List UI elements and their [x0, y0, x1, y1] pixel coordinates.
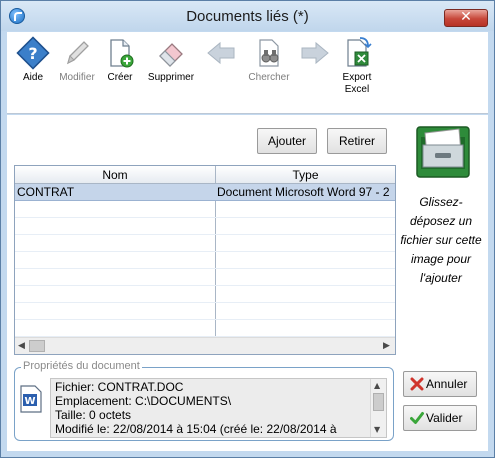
- properties-legend: Propriétés du document: [21, 360, 142, 372]
- window-title: Documents liés (*): [186, 8, 309, 25]
- arrow-left-icon: [207, 41, 235, 65]
- property-size: Taille: 0 octets: [55, 408, 132, 422]
- cancel-button[interactable]: Annuler: [403, 371, 477, 397]
- file-drop-zone[interactable]: Glissez-déposez un fichier sur cette ima…: [398, 123, 488, 303]
- empty-row[interactable]: [15, 320, 395, 337]
- empty-row[interactable]: [15, 286, 395, 303]
- properties-text-box[interactable]: Fichier: CONTRAT.DOC Emplacement: C:\DOC…: [50, 378, 387, 438]
- previous-button[interactable]: [203, 36, 239, 70]
- next-button[interactable]: [297, 36, 333, 70]
- table-row[interactable]: CONTRAT Document Microsoft Word 97 - 2: [15, 184, 395, 201]
- documents-dialog: Documents liés (*) ✕ ? Aide Modifier Cré…: [0, 0, 495, 458]
- document-properties: Propriétés du document W Fichier: CONTRA…: [14, 360, 394, 441]
- drop-zone-text: Glissez-déposez un fichier sur cette ima…: [400, 195, 482, 285]
- cell-name: CONTRAT: [17, 185, 75, 199]
- empty-row[interactable]: [15, 218, 395, 235]
- export-excel-button[interactable]: Export Excel: [337, 36, 377, 96]
- grid-header: Nom Type: [15, 166, 395, 184]
- cancel-icon: [410, 377, 424, 391]
- property-file: Fichier: CONTRAT.DOC: [55, 380, 184, 394]
- svg-text:?: ?: [28, 44, 37, 63]
- toolbar: ? Aide Modifier Créer Supprimer Chercher…: [7, 32, 488, 114]
- empty-row[interactable]: [15, 269, 395, 286]
- delete-button[interactable]: Supprimer: [143, 36, 199, 84]
- empty-row[interactable]: [15, 303, 395, 320]
- close-button[interactable]: ✕: [444, 9, 488, 27]
- scroll-right-icon[interactable]: ▶: [383, 341, 390, 351]
- validate-button[interactable]: Valider: [403, 405, 477, 431]
- empty-row[interactable]: [15, 252, 395, 269]
- eraser-icon: [159, 43, 183, 67]
- word-document-icon: W: [20, 385, 42, 413]
- search-button[interactable]: Chercher: [243, 36, 295, 84]
- validate-label: Valider: [426, 411, 463, 425]
- binoculars-icon: [259, 39, 279, 67]
- help-label: Aide: [22, 72, 43, 83]
- export-excel-label: Export Excel: [342, 72, 372, 95]
- help-icon: ?: [16, 36, 50, 70]
- add-button[interactable]: Ajouter: [257, 128, 317, 154]
- property-location: Emplacement: C:\DOCUMENTS\: [55, 394, 232, 408]
- empty-row[interactable]: [15, 201, 395, 218]
- scrollbar-thumb[interactable]: [29, 340, 45, 352]
- close-icon: ✕: [460, 9, 472, 25]
- help-button[interactable]: ? Aide: [13, 36, 53, 84]
- cancel-label: Annuler: [426, 377, 468, 391]
- title-bar[interactable]: Documents liés (*) ✕: [1, 1, 494, 31]
- documents-grid: Nom Type CONTRAT Document Microsoft Word…: [14, 165, 396, 355]
- remove-button[interactable]: Retirer: [327, 128, 387, 154]
- scroll-up-icon[interactable]: ▲: [374, 381, 380, 390]
- edit-label: Modifier: [59, 72, 95, 83]
- pencil-icon: [66, 41, 89, 65]
- new-document-icon: [110, 39, 134, 68]
- edit-button[interactable]: Modifier: [55, 36, 99, 84]
- cell-type: Document Microsoft Word 97 - 2: [217, 185, 390, 199]
- file-cabinet-icon: [416, 126, 470, 178]
- scroll-left-icon[interactable]: ◀: [18, 341, 25, 351]
- vertical-scrollbar[interactable]: ▲ ▼: [370, 379, 386, 437]
- checkmark-icon: [410, 412, 424, 424]
- create-button[interactable]: Créer: [101, 36, 139, 84]
- search-label: Chercher: [248, 72, 290, 83]
- svg-text:W: W: [24, 396, 35, 407]
- main-content: Ajouter Retirer Nom Type CONTRAT Documen…: [7, 115, 488, 451]
- property-modified: Modifié le: 22/08/2014 à 15:04 (créé le:…: [55, 422, 337, 436]
- arrow-right-icon: [301, 41, 329, 65]
- column-header-name[interactable]: Nom: [15, 168, 215, 182]
- excel-export-icon: [347, 37, 372, 67]
- delete-label: Supprimer: [147, 72, 195, 83]
- empty-row[interactable]: [15, 235, 395, 252]
- create-label: Créer: [107, 72, 133, 83]
- scroll-down-icon[interactable]: ▼: [374, 425, 380, 434]
- horizontal-scrollbar[interactable]: ◀ ▶: [15, 337, 395, 354]
- scrollbar-thumb[interactable]: [373, 393, 384, 411]
- column-header-type[interactable]: Type: [216, 168, 395, 182]
